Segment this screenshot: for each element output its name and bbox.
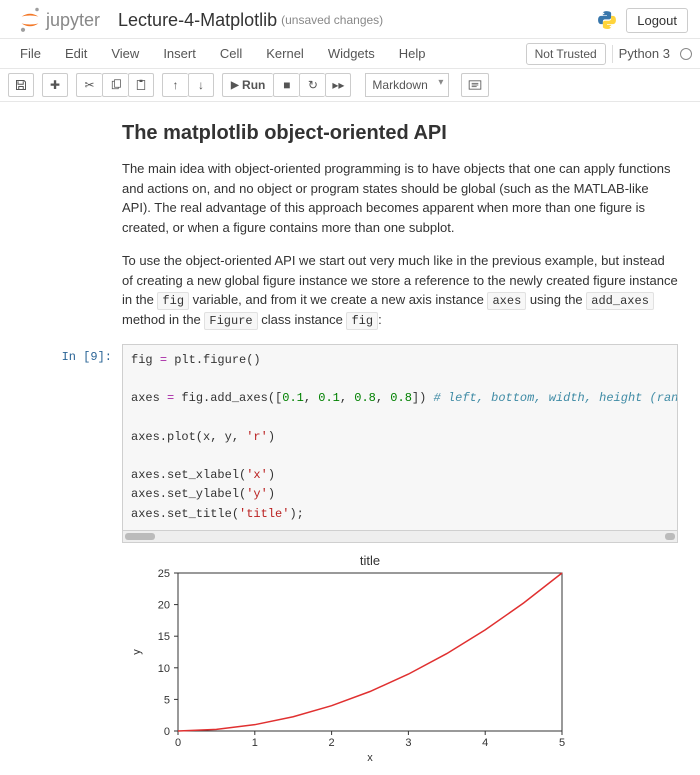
matplotlib-figure: title 0 1 2 3 4 5 0 5 10 15 20 25 x y: [122, 553, 572, 763]
command-palette-button[interactable]: [461, 73, 489, 97]
interrupt-button[interactable]: ■: [273, 73, 299, 97]
inline-code: fig: [157, 292, 189, 310]
svg-text:10: 10: [158, 662, 170, 674]
menu-widgets[interactable]: Widgets: [316, 40, 387, 67]
restart-button[interactable]: ↻: [299, 73, 325, 97]
svg-text:title: title: [360, 553, 380, 568]
menu-insert[interactable]: Insert: [151, 40, 208, 67]
svg-text:0: 0: [164, 726, 170, 738]
notebook-title[interactable]: Lecture-4-Matplotlib: [118, 10, 277, 31]
logout-button[interactable]: Logout: [626, 8, 688, 33]
svg-text:2: 2: [329, 737, 335, 749]
inline-code: Figure: [204, 312, 257, 330]
cell-prompt: In [9]:: [22, 344, 122, 531]
svg-text:1: 1: [252, 737, 258, 749]
jupyter-logo[interactable]: jupyter: [16, 6, 100, 34]
restart-run-all-button[interactable]: ▸▸: [325, 73, 351, 97]
svg-text:3: 3: [405, 737, 411, 749]
cell-output: title 0 1 2 3 4 5 0 5 10 15 20 25 x y: [122, 553, 678, 763]
menu-help[interactable]: Help: [387, 40, 438, 67]
jupyter-logo-text: jupyter: [46, 10, 100, 31]
svg-text:4: 4: [482, 737, 488, 749]
svg-text:25: 25: [158, 568, 170, 580]
svg-text:5: 5: [559, 737, 565, 749]
markdown-heading: The matplotlib object-oriented API: [122, 122, 678, 145]
cell-type-select[interactable]: Markdown: [365, 73, 449, 97]
run-button[interactable]: ▶ Run: [222, 73, 273, 97]
markdown-paragraph-1: The main idea with object-oriented progr…: [122, 159, 678, 237]
horizontal-scrollbar[interactable]: [122, 531, 678, 543]
notebook-header: jupyter Lecture-4-Matplotlib (unsaved ch…: [0, 0, 700, 39]
inline-code: axes: [487, 292, 526, 310]
code-input[interactable]: fig = plt.figure() axes = fig.add_axes([…: [122, 344, 678, 531]
menu-cell[interactable]: Cell: [208, 40, 254, 67]
svg-text:y: y: [131, 648, 143, 654]
toolbar: ✚ ✂ ↑ ↓ ▶ Run ■ ↻ ▸▸ Markdown: [0, 69, 700, 102]
menubar: File Edit View Insert Cell Kernel Widget…: [0, 39, 700, 69]
move-down-button[interactable]: ↓: [188, 73, 214, 97]
menu-file[interactable]: File: [8, 40, 53, 67]
inline-code: fig: [346, 312, 378, 330]
paste-button[interactable]: [128, 73, 154, 97]
add-cell-button[interactable]: ✚: [42, 73, 68, 97]
python-icon: [596, 9, 618, 31]
kernel-status-icon: [680, 48, 692, 60]
jupyter-icon: [16, 6, 44, 34]
svg-text:15: 15: [158, 631, 170, 643]
menu-edit[interactable]: Edit: [53, 40, 99, 67]
menu-view[interactable]: View: [99, 40, 151, 67]
markdown-paragraph-2: To use the object-oriented API we start …: [122, 251, 678, 330]
svg-text:20: 20: [158, 599, 170, 611]
save-button[interactable]: [8, 73, 34, 97]
svg-text:0: 0: [175, 737, 181, 749]
svg-text:5: 5: [164, 694, 170, 706]
save-status: (unsaved changes): [281, 13, 383, 27]
inline-code: add_axes: [586, 292, 654, 310]
kernel-name[interactable]: Python 3: [619, 46, 670, 61]
cut-button[interactable]: ✂: [76, 73, 102, 97]
trust-indicator[interactable]: Not Trusted: [526, 43, 606, 65]
svg-text:x: x: [367, 752, 373, 763]
move-up-button[interactable]: ↑: [162, 73, 188, 97]
copy-button[interactable]: [102, 73, 128, 97]
notebook-content: The matplotlib object-oriented API The m…: [0, 102, 700, 775]
code-cell[interactable]: In [9]: fig = plt.figure() axes = fig.ad…: [22, 344, 678, 531]
menu-kernel[interactable]: Kernel: [254, 40, 316, 67]
